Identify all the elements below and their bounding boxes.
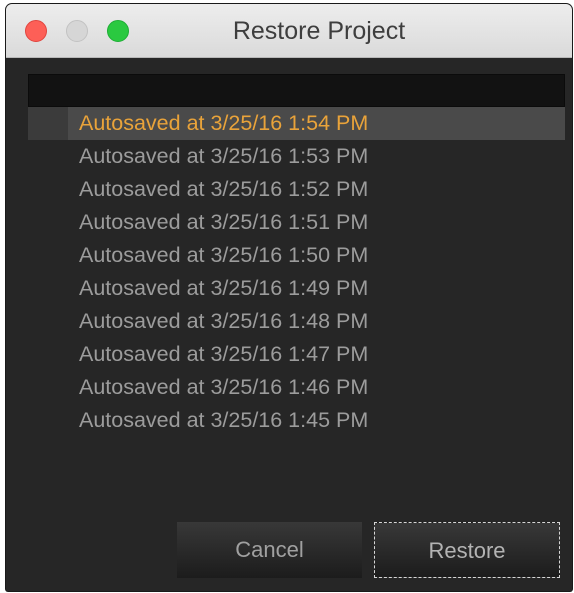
autosave-label: Autosaved at 3/25/16 1:51 PM xyxy=(79,210,369,234)
autosave-label: Autosaved at 3/25/16 1:46 PM xyxy=(79,375,369,399)
autosave-list-item[interactable]: Autosaved at 3/25/16 1:52 PM xyxy=(28,173,565,206)
autosave-label: Autosaved at 3/25/16 1:45 PM xyxy=(79,408,369,432)
autosave-label: Autosaved at 3/25/16 1:48 PM xyxy=(79,309,369,333)
autosave-label: Autosaved at 3/25/16 1:53 PM xyxy=(79,144,369,168)
title-bar[interactable]: Restore Project xyxy=(6,4,572,58)
filter-field[interactable] xyxy=(28,74,565,107)
autosave-label: Autosaved at 3/25/16 1:49 PM xyxy=(79,276,369,300)
autosave-list-item[interactable]: Autosaved at 3/25/16 1:49 PM xyxy=(28,272,565,305)
restore-button[interactable]: Restore xyxy=(374,522,560,578)
autosave-list-item[interactable]: Autosaved at 3/25/16 1:54 PM xyxy=(28,107,565,140)
window-title: Restore Project xyxy=(232,17,406,45)
autosave-list-item[interactable]: Autosaved at 3/25/16 1:47 PM xyxy=(28,338,565,371)
autosave-list-item[interactable]: Autosaved at 3/25/16 1:51 PM xyxy=(28,206,565,239)
autosave-list-item[interactable]: Autosaved at 3/25/16 1:48 PM xyxy=(28,305,565,338)
autosave-label: Autosaved at 3/25/16 1:50 PM xyxy=(79,243,369,267)
autosave-list-item[interactable]: Autosaved at 3/25/16 1:53 PM xyxy=(28,140,565,173)
autosave-list-item[interactable]: Autosaved at 3/25/16 1:50 PM xyxy=(28,239,565,272)
autosave-label: Autosaved at 3/25/16 1:52 PM xyxy=(79,177,369,201)
autosave-label: Autosaved at 3/25/16 1:54 PM xyxy=(79,111,369,135)
autosave-list[interactable]: Autosaved at 3/25/16 1:54 PM Autosaved at… xyxy=(28,107,565,437)
autosave-list-item[interactable]: Autosaved at 3/25/16 1:45 PM xyxy=(28,404,565,437)
autosave-label: Autosaved at 3/25/16 1:47 PM xyxy=(79,342,369,366)
cancel-button[interactable]: Cancel xyxy=(177,522,362,578)
autosave-list-item[interactable]: Autosaved at 3/25/16 1:46 PM xyxy=(28,371,565,404)
selection-marker xyxy=(28,107,68,140)
restore-project-dialog: Restore Project Autosaved at 3/25/16 1:5… xyxy=(6,4,572,591)
